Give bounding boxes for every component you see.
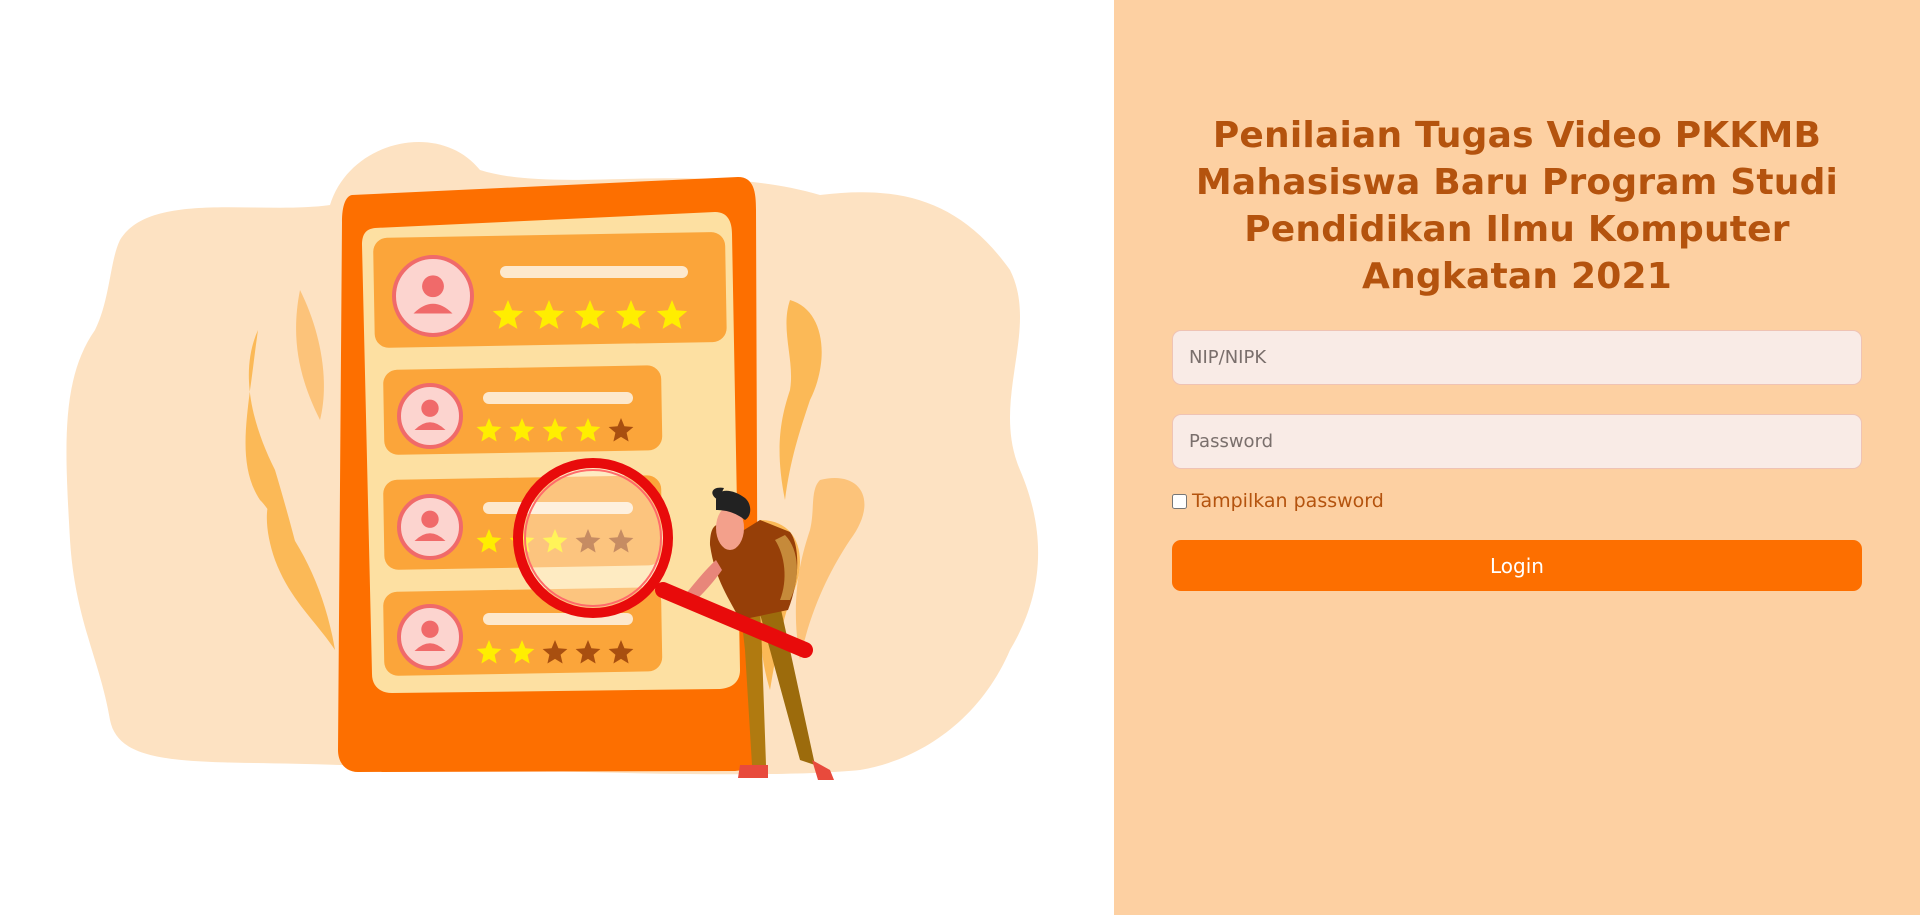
name-placeholder-bar — [483, 392, 633, 404]
password-field[interactable] — [1172, 414, 1862, 469]
login-button[interactable]: Login — [1172, 540, 1862, 591]
rating-review-illustration — [66, 141, 1039, 780]
avatar-head — [422, 275, 444, 298]
avatar-head — [421, 510, 439, 528]
illustration-panel — [0, 0, 1114, 915]
review-card — [383, 365, 663, 455]
show-password-checkbox[interactable] — [1172, 493, 1187, 509]
show-password-label: Tampilkan password — [1192, 490, 1384, 512]
show-password-toggle[interactable]: Tampilkan password — [1172, 489, 1384, 513]
page-title: Penilaian Tugas Video PKKMB Mahasiswa Ba… — [1195, 115, 1839, 297]
review-card — [373, 232, 727, 348]
name-placeholder-bar — [500, 266, 688, 278]
avatar-head — [421, 620, 439, 638]
nip-field[interactable] — [1172, 330, 1862, 385]
avatar-head — [421, 399, 439, 417]
login-panel: Penilaian Tugas Video PKKMB Mahasiswa Ba… — [1114, 0, 1920, 915]
